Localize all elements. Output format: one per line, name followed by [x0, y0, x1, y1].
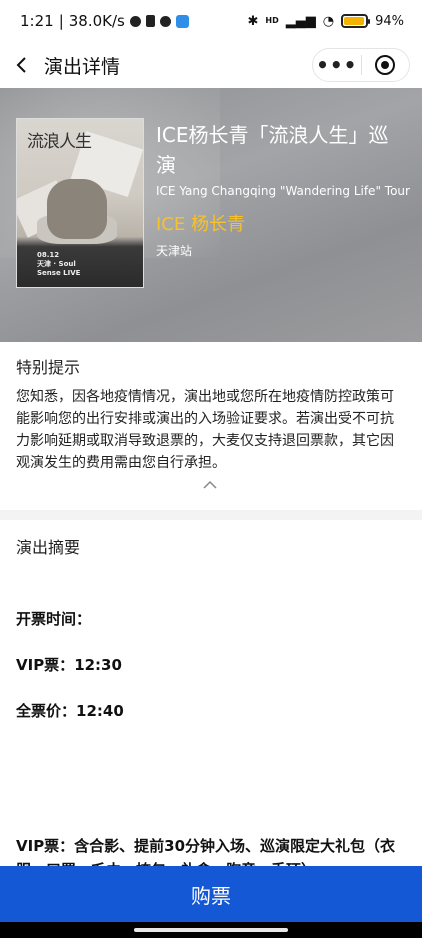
section-divider	[0, 510, 422, 520]
show-city: 天津站	[156, 244, 193, 258]
nav-bar: 演出详情 •••	[0, 42, 422, 88]
chevron-left-icon	[16, 57, 26, 73]
close-miniprogram-button[interactable]	[362, 49, 410, 81]
vip-time: 12:30	[74, 656, 122, 674]
more-button[interactable]: •••	[313, 49, 361, 81]
artist-name[interactable]: ICE 杨长青	[156, 210, 406, 236]
hd-signal-icon: HD	[265, 16, 279, 25]
status-net-speed: 38.0K/s	[68, 12, 125, 30]
summary-heading: 演出摘要	[16, 538, 81, 557]
buy-ticket-button[interactable]: 购票	[0, 866, 422, 922]
cell-signal-icon: ▂▄▆	[285, 13, 316, 29]
poster-figure	[47, 179, 107, 239]
show-info: ICE杨长青「流浪人生」巡演 ICE Yang Changqing "Wande…	[156, 120, 410, 259]
moon-icon	[129, 15, 141, 27]
show-title-en: ICE Yang Changqing "Wandering Life" Tour	[156, 184, 410, 198]
full-label: 全票价：	[16, 702, 77, 720]
wifi-icon: ◔	[322, 13, 335, 29]
full-time: 12:40	[76, 702, 124, 720]
app-notification-icon	[175, 14, 189, 28]
vip-label: VIP票：	[16, 656, 75, 674]
back-button[interactable]	[0, 42, 44, 88]
home-indicator	[0, 922, 422, 938]
status-divider: |	[58, 12, 64, 30]
more-dots-icon: •••	[316, 53, 358, 77]
page-title: 演出详情	[44, 55, 121, 78]
poster-line: 天津 · Soul	[37, 260, 76, 268]
battery-icon	[341, 14, 371, 28]
vip-time-row: VIP票：12:30	[16, 654, 122, 675]
show-title: ICE杨长青「流浪人生」巡演	[156, 123, 389, 177]
vip-package: VIP票：含合影、提前30分钟入场、巡演限定大礼包（衣服、口罩、毛巾、挎包、礼盒…	[16, 837, 396, 870]
poster-title-art: 流浪人生	[27, 132, 92, 152]
show-poster[interactable]: 流浪人生 08.12 天津 · Soul Sense LIVE	[16, 118, 144, 288]
target-icon	[375, 55, 396, 75]
vibrate-icon	[145, 15, 155, 27]
bluetooth-icon: ✱	[247, 13, 259, 29]
poster-line: 08.12	[37, 251, 60, 259]
poster-lines: 08.12 天津 · Soul Sense LIVE	[37, 251, 117, 278]
battery-fill	[344, 17, 364, 25]
battery-percent: 94%	[375, 13, 404, 29]
show-hero: 流浪人生 08.12 天津 · Soul Sense LIVE ICE杨长青「流…	[0, 88, 422, 342]
alarm-icon	[159, 15, 171, 27]
status-right: ✱ HD ▂▄▆ ◔ 94%	[248, 14, 405, 29]
status-left: 1:21 | 38.0K/s	[20, 12, 189, 30]
show-summary: 演出摘要 开票时间： VIP票：12:30 全票价：12:40 VIP票：含合影…	[0, 520, 422, 870]
poster-line: Sense LIVE	[37, 269, 81, 277]
status-time: 1:21	[20, 12, 54, 30]
notice-heading: 特别提示	[16, 358, 81, 377]
notice-body: 您知悉，因各地疫情情况，演出地或您所在地疫情防控政策可能影响您的出行安排或演出的…	[16, 389, 394, 471]
open-time-label: 开票时间：	[16, 610, 92, 628]
miniprogram-capsule: •••	[312, 48, 410, 82]
full-time-row: 全票价：12:40	[16, 700, 124, 721]
status-bar: 1:21 | 38.0K/s ✱ HD ▂▄▆ ◔ 94%	[0, 0, 422, 42]
special-notice: 特别提示 您知悉，因各地疫情情况，演出地或您所在地疫情防控政策可能影响您的出行安…	[0, 342, 422, 510]
chevron-up-icon[interactable]	[202, 480, 218, 490]
